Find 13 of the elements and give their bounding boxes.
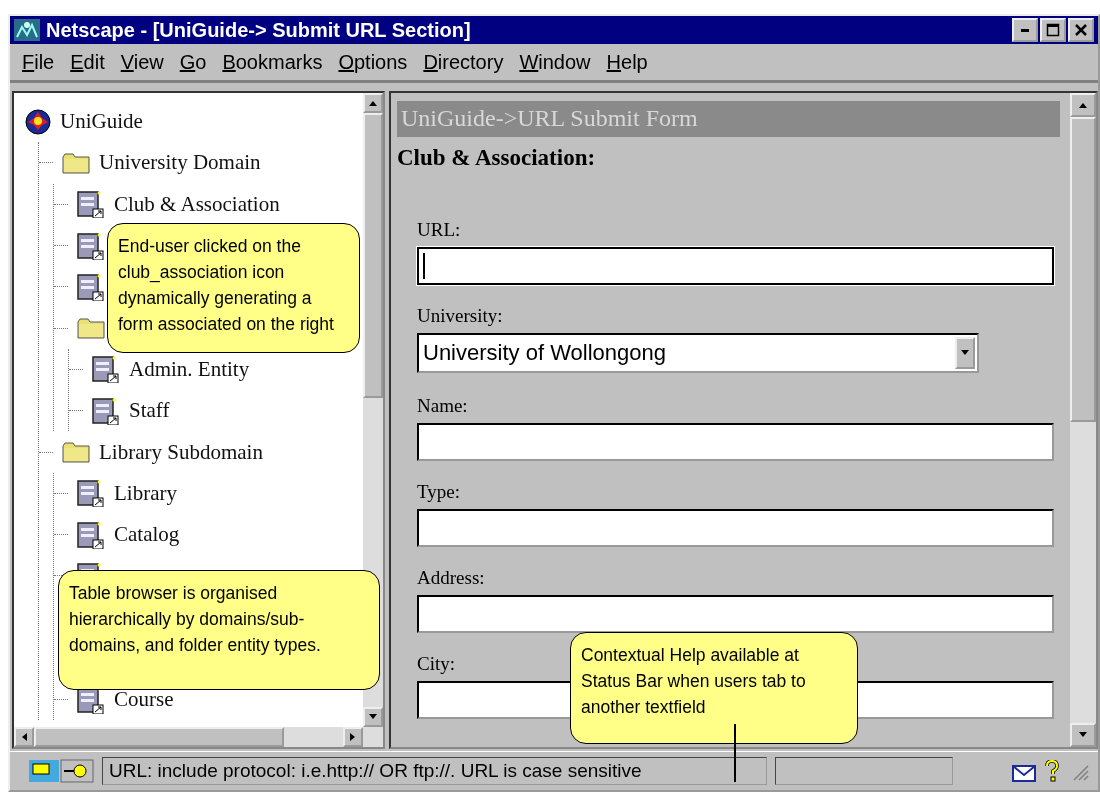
window-title: Netscape - [UniGuide-> Submit URL Section] <box>46 18 472 42</box>
field-label: Address: <box>417 567 485 589</box>
callout-tooltip: End-user clicked on the club_association icon dynamically generating a form associated on the right <box>107 223 360 353</box>
field-label: City: <box>417 653 455 675</box>
field-label: Type: <box>417 481 460 503</box>
field-label: Name: <box>417 395 468 417</box>
callout-tooltip: Contextual Help available at Status Bar when users tab to another textfield <box>570 632 858 744</box>
status-message: URL: include protocol: i.e.http:// OR ftp://. URL is case sensitive <box>102 757 767 785</box>
field-label: URL: <box>417 219 461 241</box>
page-banner: UniGuide->URL Submit Form <box>397 101 1060 137</box>
field-label: University: <box>417 305 503 327</box>
callout-tooltip: Table browser is organised hierarchically by domains/sub-domains, and folder entity types. <box>58 570 380 690</box>
form-heading: Club & Association: <box>397 145 597 171</box>
